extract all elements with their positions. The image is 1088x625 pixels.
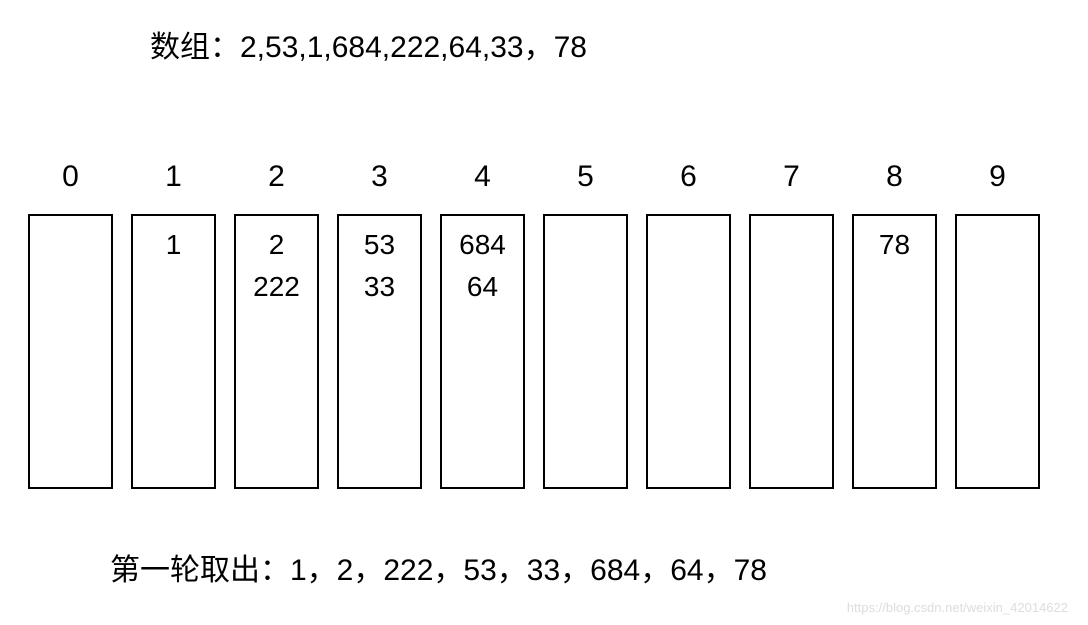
bucket-box-9 [955, 214, 1040, 489]
bucket-box-8: 78 [852, 214, 937, 489]
bucket-index-9: 9 [989, 160, 1006, 196]
bucket-value: 33 [364, 270, 395, 304]
bucket-wrapper-6: 6 [646, 160, 731, 489]
bucket-box-0 [28, 214, 113, 489]
bucket-value: 53 [364, 228, 395, 262]
result-values: 1，2，222，53，33，684，64，78 [290, 554, 767, 587]
bucket-wrapper-0: 0 [28, 160, 113, 489]
bucket-index-5: 5 [577, 160, 594, 196]
bucket-value: 684 [459, 228, 506, 262]
bucket-index-2: 2 [268, 160, 285, 196]
bucket-index-1: 1 [165, 160, 182, 196]
bucket-wrapper-2: 22222 [234, 160, 319, 489]
bucket-index-8: 8 [886, 160, 903, 196]
bucket-value: 78 [879, 228, 910, 262]
bucket-box-3: 5333 [337, 214, 422, 489]
bucket-index-6: 6 [680, 160, 697, 196]
bucket-box-2: 2222 [234, 214, 319, 489]
bucket-wrapper-9: 9 [955, 160, 1040, 489]
bucket-value: 2 [269, 228, 285, 262]
bucket-index-7: 7 [783, 160, 800, 196]
input-array-label: 数组：2,53,1,684,222,64,33，78 [150, 22, 587, 66]
bucket-wrapper-8: 8 78 [852, 160, 937, 489]
bucket-value: 64 [467, 270, 498, 304]
bucket-box-4: 68464 [440, 214, 525, 489]
watermark-text: https://blog.csdn.net/weixin_42014622 [847, 600, 1068, 615]
bucket-index-3: 3 [371, 160, 388, 196]
bucket-box-6 [646, 214, 731, 489]
bucket-box-1: 1 [131, 214, 216, 489]
bucket-wrapper-3: 35333 [337, 160, 422, 489]
array-values: 2,53,1,684,222,64,33，78 [240, 31, 587, 64]
bucket-value: 1 [166, 228, 182, 262]
bucket-box-7 [749, 214, 834, 489]
bucket-value: 222 [253, 270, 300, 304]
bucket-wrapper-5: 5 [543, 160, 628, 489]
output-result-label: 第一轮取出：1，2，222，53，33，684，64，78 [110, 545, 767, 589]
bucket-wrapper-4: 468464 [440, 160, 525, 489]
result-prefix: 第一轮取出： [110, 554, 290, 587]
buckets-row: 01122222353334684645678789 [28, 160, 1040, 489]
bucket-box-5 [543, 214, 628, 489]
bucket-wrapper-7: 7 [749, 160, 834, 489]
bucket-index-4: 4 [474, 160, 491, 196]
array-prefix: 数组： [150, 31, 240, 64]
bucket-index-0: 0 [62, 160, 79, 196]
bucket-wrapper-1: 11 [131, 160, 216, 489]
